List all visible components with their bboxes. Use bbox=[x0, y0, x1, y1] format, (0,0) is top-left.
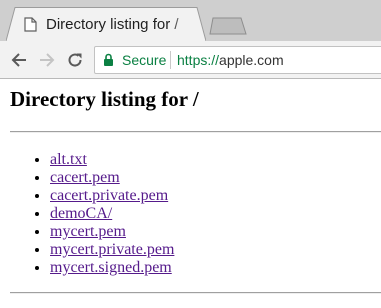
browser-chrome: Directory listing for / Secure https://a… bbox=[0, 0, 381, 79]
list-item: cacert.private.pem bbox=[50, 187, 174, 205]
list-item: demoCA/ bbox=[50, 205, 174, 223]
file-list: alt.txtcacert.pemcacert.private.pemdemoC… bbox=[0, 151, 174, 277]
lock-icon bbox=[104, 53, 113, 66]
reload-button[interactable] bbox=[64, 49, 86, 71]
forward-button[interactable] bbox=[36, 49, 58, 71]
top-divider bbox=[10, 131, 381, 133]
address-separator bbox=[170, 51, 171, 69]
list-item: mycert.signed.pem bbox=[50, 259, 174, 277]
bottom-divider bbox=[10, 292, 381, 294]
file-link[interactable]: mycert.pem bbox=[50, 223, 126, 240]
list-item: mycert.pem bbox=[50, 223, 174, 241]
browser-toolbar: Secure https://apple.com bbox=[0, 41, 381, 78]
file-link[interactable]: mycert.private.pem bbox=[50, 241, 174, 258]
address-bar[interactable]: Secure https://apple.com bbox=[94, 46, 381, 74]
reload-icon bbox=[68, 53, 82, 67]
secure-label[interactable]: Secure bbox=[122, 52, 166, 68]
file-link[interactable]: cacert.private.pem bbox=[50, 187, 168, 204]
tab-strip: Directory listing for / bbox=[0, 0, 381, 41]
file-link[interactable]: demoCA/ bbox=[50, 205, 112, 222]
new-tab-icon[interactable] bbox=[209, 17, 249, 35]
back-icon bbox=[11, 53, 26, 67]
file-link[interactable]: alt.txt bbox=[50, 151, 87, 168]
tab-title: Directory listing for / bbox=[46, 16, 179, 33]
file-link[interactable]: cacert.pem bbox=[50, 169, 120, 186]
page-content: Directory listing for / alt.txtcacert.pe… bbox=[0, 79, 381, 308]
list-item: cacert.pem bbox=[50, 169, 174, 187]
page-icon bbox=[24, 17, 37, 32]
url-text[interactable]: https://apple.com bbox=[177, 52, 284, 68]
file-link[interactable]: mycert.signed.pem bbox=[50, 259, 172, 276]
list-item: alt.txt bbox=[50, 151, 174, 169]
back-button[interactable] bbox=[8, 49, 30, 71]
forward-icon bbox=[40, 53, 55, 67]
url-host: apple.com bbox=[219, 52, 284, 68]
page-title: Directory listing for / bbox=[10, 87, 199, 111]
list-item: mycert.private.pem bbox=[50, 241, 174, 259]
url-scheme: https:// bbox=[177, 52, 220, 68]
